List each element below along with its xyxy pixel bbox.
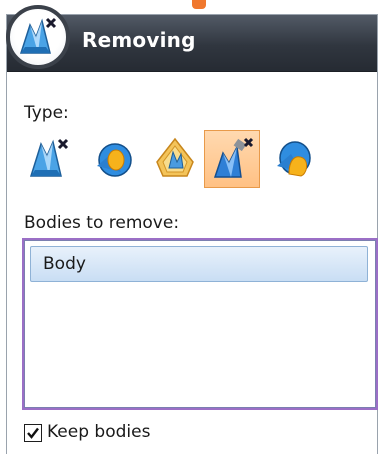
- logo-badge: [6, 5, 70, 69]
- bodies-list[interactable]: Body: [22, 238, 378, 410]
- remove-body-icon: [19, 17, 57, 54]
- remove-body-icon: [29, 138, 69, 177]
- removing-panel-screen: Removing Type: Bodies to remove: Body Ke…: [0, 0, 380, 454]
- remove-body-tool-icon: [213, 137, 254, 178]
- keep-bodies-label: Keep bodies: [47, 422, 151, 442]
- list-item[interactable]: Body: [30, 246, 368, 282]
- top-marker: [192, 0, 206, 9]
- checkmark-icon: [27, 427, 39, 439]
- type-button-blue-body[interactable]: [265, 130, 321, 188]
- type-button-orange-shell[interactable]: [147, 130, 203, 188]
- type-button-remove-body-tool[interactable]: [204, 130, 260, 188]
- keep-bodies-checkbox[interactable]: [24, 424, 42, 442]
- panel-title: Removing: [82, 28, 196, 52]
- type-label: Type:: [24, 103, 69, 123]
- bodies-to-remove-label: Bodies to remove:: [24, 213, 180, 233]
- type-button-blue-shell[interactable]: [85, 130, 141, 188]
- orange-shell-icon: [156, 137, 194, 177]
- removing-panel: Removing Type: Bodies to remove: Body Ke…: [6, 14, 378, 454]
- blue-shell-icon: [97, 143, 132, 177]
- type-button-remove-body[interactable]: [21, 130, 77, 188]
- blue-body-icon: [277, 141, 311, 177]
